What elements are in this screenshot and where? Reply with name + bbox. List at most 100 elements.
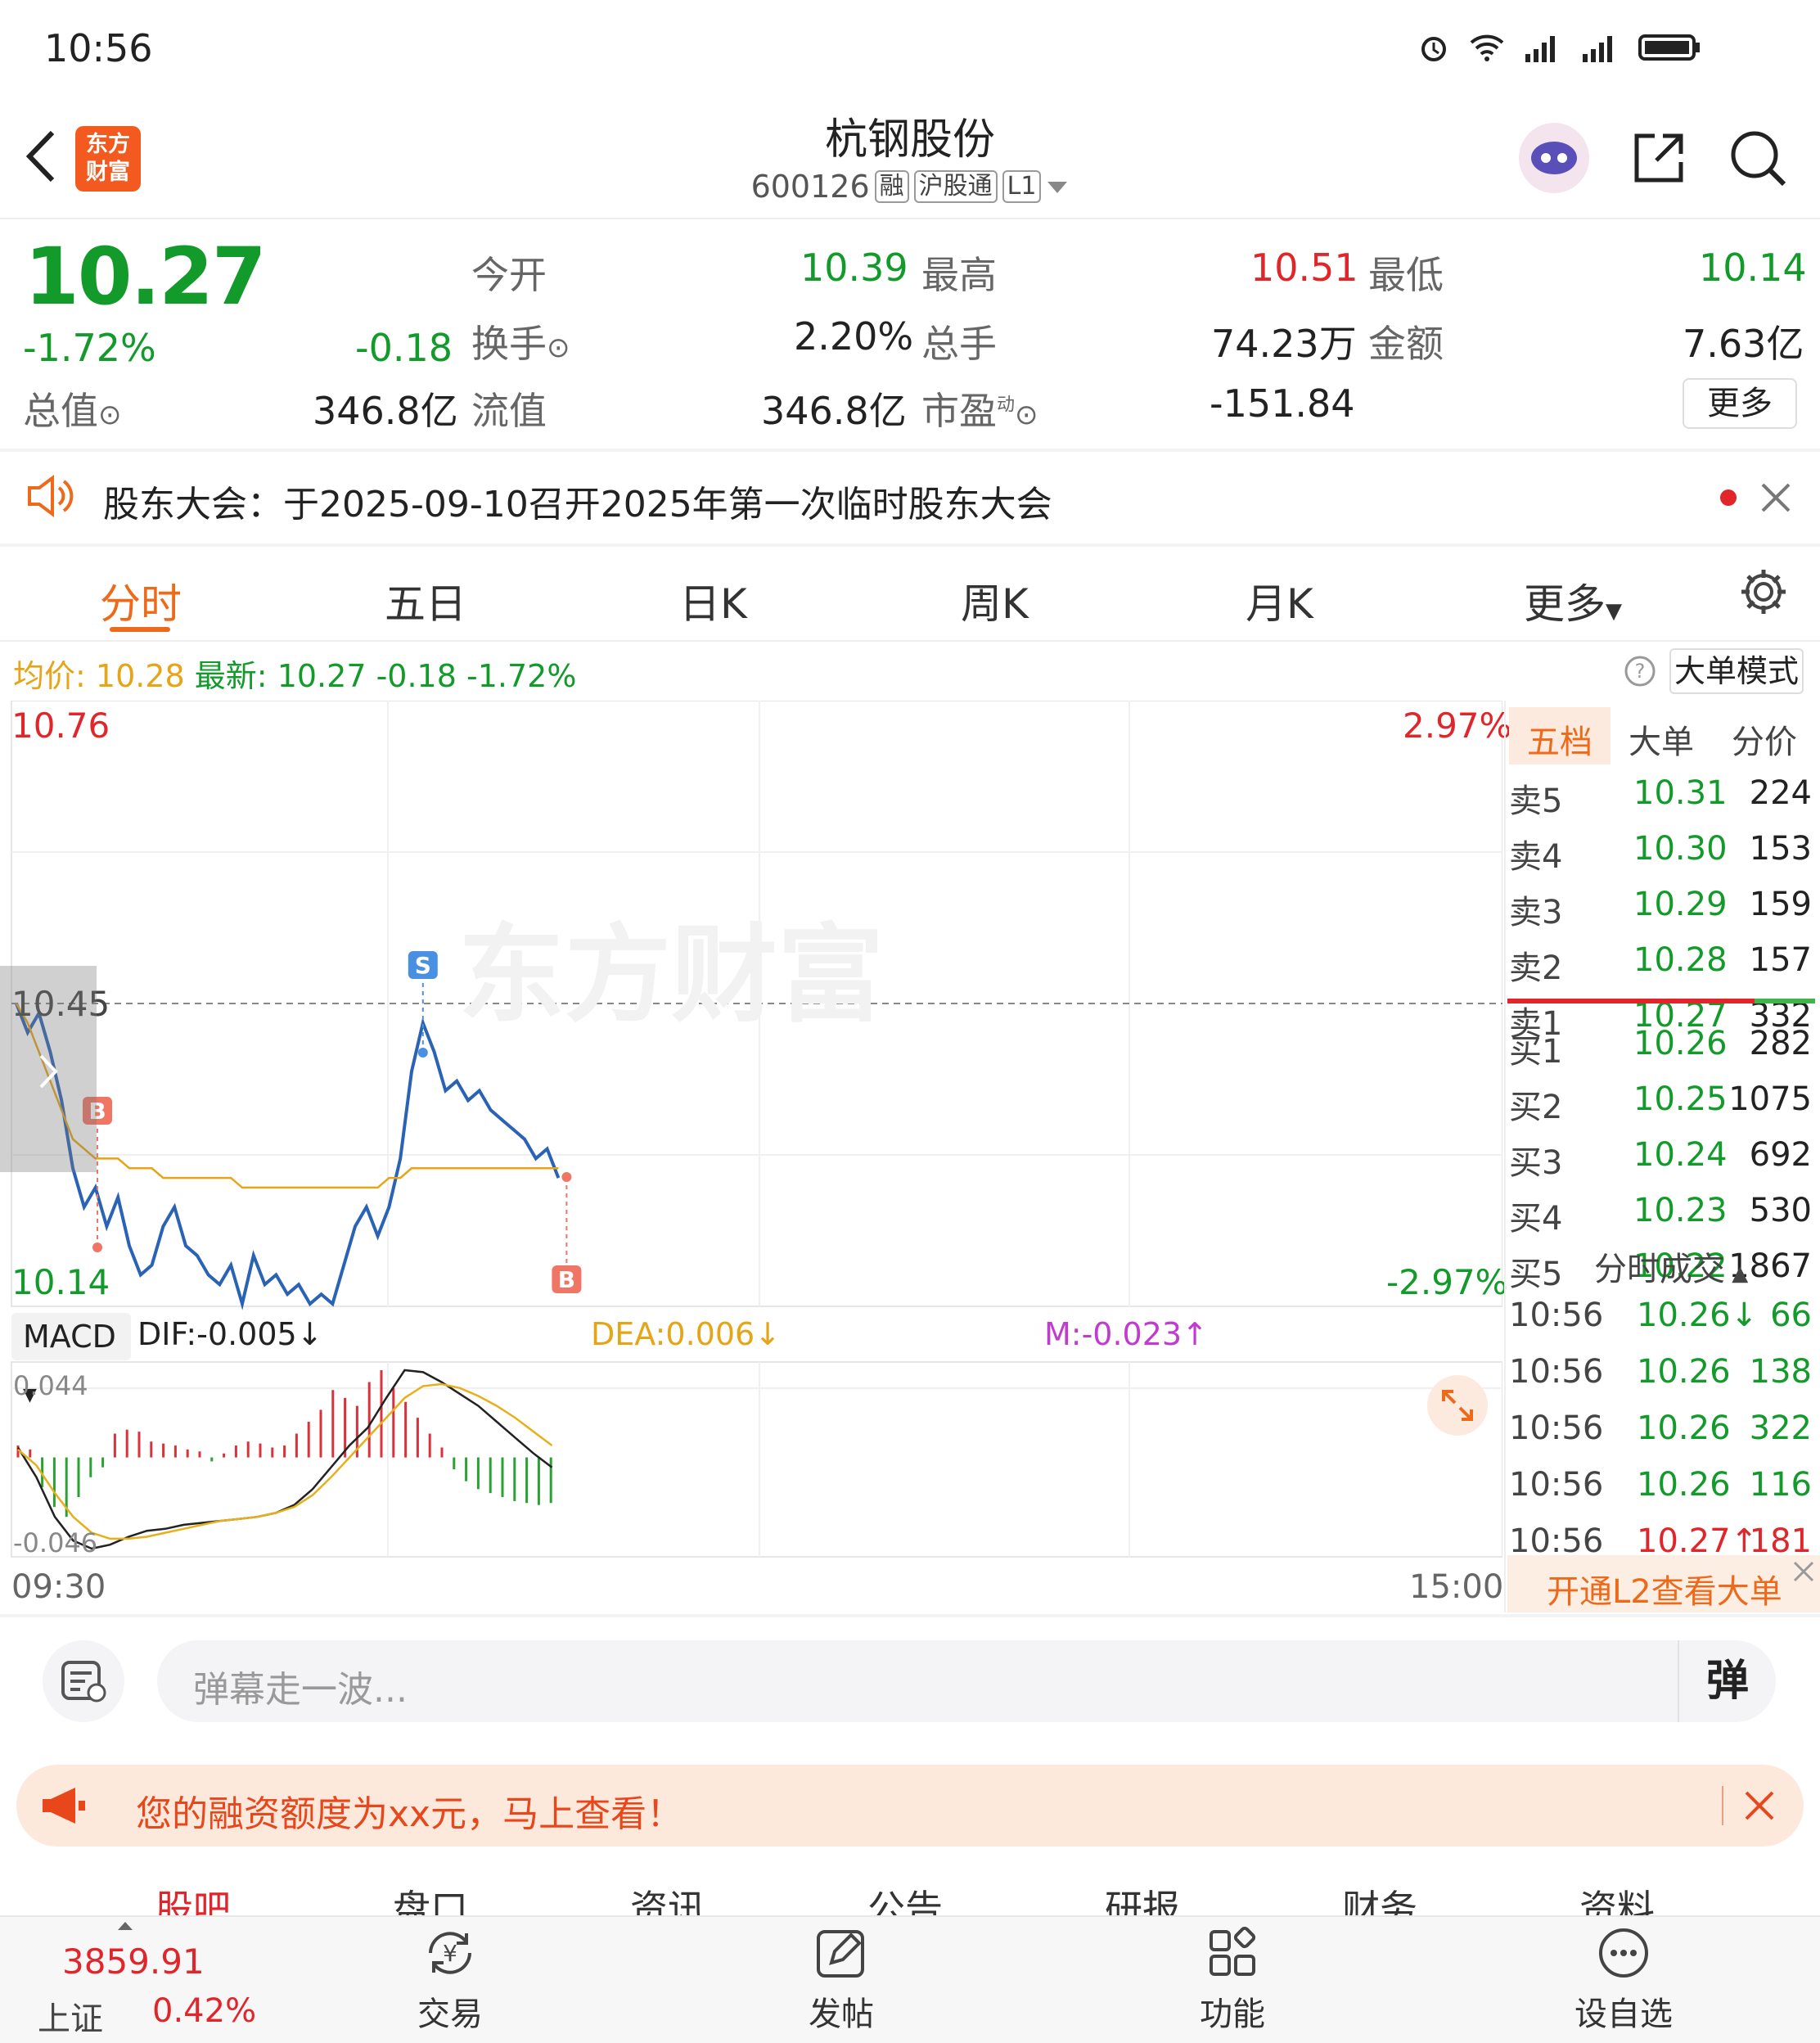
trade-label: 10:56 xyxy=(1509,1353,1604,1391)
nav-trade[interactable]: ¥ 交易 xyxy=(385,1927,516,2035)
ask-row[interactable]: 卖2 10.28 157 xyxy=(1509,935,1815,990)
change-pct: -1.72% xyxy=(23,326,156,370)
bid-label: 买5 xyxy=(1509,1256,1563,1293)
index-pct[interactable]: 0.42% xyxy=(152,1992,256,2030)
announcement-text[interactable]: 股东大会：于2025-09-10召开2025年第一次临时股东大会 xyxy=(103,475,1052,527)
high-label: 最高 xyxy=(921,253,997,297)
danmu-send-button[interactable]: 弹 xyxy=(1678,1640,1776,1722)
trades-title[interactable]: 分时成交 ▲ xyxy=(1594,1242,1748,1290)
low-label: 最低 xyxy=(1368,253,1444,297)
ask-row[interactable]: 卖3 10.29 159 xyxy=(1509,879,1815,935)
current-price: 10.27 xyxy=(25,231,267,322)
ask-volume: 153 xyxy=(1749,830,1812,868)
subtab-2[interactable]: 资讯 xyxy=(630,1879,705,1915)
assistant-avatar[interactable] xyxy=(1519,123,1589,193)
ask-label: 卖3 xyxy=(1509,894,1563,931)
trade-volume: 66 xyxy=(1770,1297,1812,1334)
big-order-mode-button[interactable]: 大单模式 xyxy=(1669,648,1804,694)
tab-monthly-k[interactable]: 月K xyxy=(1246,571,1313,630)
svg-text:?: ? xyxy=(1635,660,1646,683)
dea-label: DEA:0.006↓ xyxy=(591,1316,782,1352)
close-icon[interactable] xyxy=(1759,481,1792,514)
bid-label: 买1 xyxy=(1509,1033,1563,1071)
subtab-1[interactable]: 盘口 xyxy=(393,1879,468,1915)
settings-gear-icon[interactable] xyxy=(1738,566,1789,617)
trade-label: 10:56 xyxy=(1509,1466,1604,1504)
ask-list: 卖5 10.31 224 卖4 10.30 153 卖3 10.29 159 卖2 10.28 157… xyxy=(1509,768,1815,1046)
bid-row[interactable]: 买4 10.23 530 xyxy=(1509,1185,1815,1241)
latest-change: -0.18 xyxy=(376,658,457,694)
trade-row[interactable]: 10:56 10.26↓ 66 xyxy=(1509,1290,1815,1346)
bid-price: 10.25 xyxy=(1633,1080,1728,1118)
y-min-label: 10.14 xyxy=(11,1262,110,1302)
subtab-5[interactable]: 财务 xyxy=(1342,1879,1417,1915)
ask-row[interactable]: 卖5 10.31 224 xyxy=(1509,768,1815,823)
tab-daily-k[interactable]: 日K xyxy=(679,571,747,630)
bid-volume: 1075 xyxy=(1728,1080,1812,1118)
pct-min-label: -2.97% xyxy=(1386,1262,1508,1302)
expand-chart-button[interactable] xyxy=(1427,1375,1488,1436)
nav-post[interactable]: 发帖 xyxy=(776,1927,907,2035)
bid-row[interactable]: 买3 10.24 692 xyxy=(1509,1130,1815,1185)
trade-price: 10.26↓ xyxy=(1637,1297,1759,1334)
nav-add-watchlist[interactable]: 设自选 xyxy=(1558,1927,1689,2035)
more-button[interactable]: 更多 xyxy=(1683,378,1797,429)
subtab-0[interactable]: 股吧 xyxy=(155,1879,231,1915)
tab-intraday[interactable]: 分时 xyxy=(100,571,182,630)
nav-functions[interactable]: 功能 xyxy=(1167,1926,1298,2035)
banner-close-icon[interactable] xyxy=(1743,1789,1776,1822)
tab-more[interactable]: 更多▼ xyxy=(1524,571,1622,630)
promo-close-icon[interactable] xyxy=(1792,1560,1815,1583)
dif-line xyxy=(16,1369,553,1550)
total-value-label[interactable]: 总值⊙ xyxy=(23,381,122,435)
tab-weekly-k[interactable]: 周K xyxy=(961,571,1029,630)
turnover-label[interactable]: 换手⊙ xyxy=(471,314,570,368)
index-name[interactable]: 上证 xyxy=(38,1992,103,2040)
dif-label: DIF:-0.005↓ xyxy=(137,1316,323,1352)
help-icon[interactable]: ? xyxy=(1624,655,1656,688)
svg-text:¥: ¥ xyxy=(443,1940,457,1967)
danmu-toggle[interactable] xyxy=(43,1640,124,1722)
bid-row[interactable]: 买2 10.25 1075 xyxy=(1509,1074,1815,1130)
sell-pressure-bar xyxy=(1507,999,1755,1003)
bid-label: 买4 xyxy=(1509,1200,1563,1238)
macd-max-label: 0.044 xyxy=(13,1370,88,1401)
comment-list-icon xyxy=(61,1661,106,1702)
trade-row[interactable]: 10:56 10.26 116 xyxy=(1509,1459,1815,1516)
tab-big-orders[interactable]: 大单 xyxy=(1629,715,1694,763)
bid-price: 10.24 xyxy=(1633,1136,1728,1174)
stock-code: 600126 xyxy=(750,169,870,205)
unread-dot xyxy=(1720,489,1737,506)
tab-five-levels[interactable]: 五档 xyxy=(1527,715,1592,763)
header-divider xyxy=(0,218,1820,219)
subtab-6[interactable]: 资料 xyxy=(1579,1879,1655,1915)
trade-row[interactable]: 10:56 10.26 138 xyxy=(1509,1346,1815,1403)
macd-selector[interactable]: MACD ▼ xyxy=(11,1313,131,1405)
status-time: 10:56 xyxy=(44,26,153,70)
bid-volume: 692 xyxy=(1749,1136,1812,1174)
index-value[interactable]: 3859.91 xyxy=(62,1942,205,1982)
nav-trade-label: 交易 xyxy=(417,1996,483,2033)
intraday-chart[interactable]: 东方财富 BSB xyxy=(0,701,1502,1617)
nav-post-label: 发帖 xyxy=(809,1996,874,2033)
pct-max-label: 2.97% xyxy=(1403,706,1512,746)
l2-promo-link[interactable]: 开通L2查看大单 xyxy=(1547,1565,1782,1612)
search-icon[interactable] xyxy=(1728,129,1787,187)
y-max-label: 10.76 xyxy=(11,706,110,746)
tab-price-dist[interactable]: 分价 xyxy=(1732,715,1797,763)
time-end-label: 15:00 xyxy=(1409,1568,1504,1606)
pe-label[interactable]: 市盈动⊙ xyxy=(921,381,1038,435)
share-icon[interactable] xyxy=(1630,129,1687,187)
subtab-4[interactable]: 研报 xyxy=(1105,1879,1180,1915)
chart-side-handle[interactable] xyxy=(0,966,97,1172)
trade-row[interactable]: 10:56 10.26 322 xyxy=(1509,1403,1815,1459)
open-label: 今开 xyxy=(471,253,547,297)
caret-up-icon xyxy=(118,1922,133,1930)
bid-price: 10.23 xyxy=(1633,1192,1728,1229)
tab-5day[interactable]: 五日 xyxy=(385,571,466,630)
ask-row[interactable]: 卖4 10.30 153 xyxy=(1509,823,1815,879)
danmu-input[interactable]: 弹幕走一波... 弹 xyxy=(157,1640,1776,1722)
margin-promo-banner[interactable]: 您的融资额度为xx元，马上查看！ xyxy=(16,1765,1804,1847)
subtab-3[interactable]: 公告 xyxy=(867,1879,943,1915)
bid-row[interactable]: 买1 10.26 282 xyxy=(1509,1018,1815,1074)
